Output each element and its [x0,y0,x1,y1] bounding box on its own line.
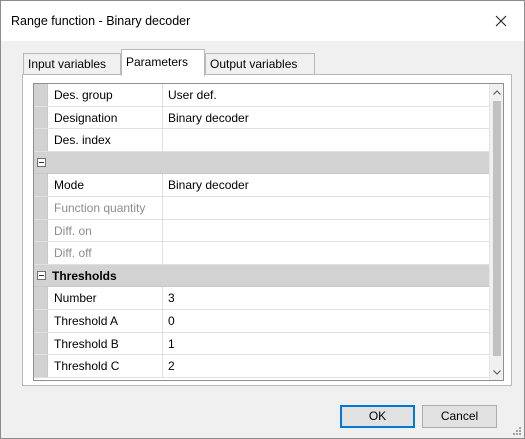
property-value-field [163,220,491,242]
ok-button[interactable]: OK [340,405,415,428]
row-gutter [34,196,48,219]
property-value-field[interactable]: 3 [163,287,491,309]
tab-output-variables[interactable]: Output variables [205,53,315,75]
property-row[interactable]: Threshold A0 [34,309,491,333]
property-value-field [163,197,491,219]
category-row: Thresholds [34,264,491,288]
property-row[interactable]: Des. group User def. [34,84,491,107]
row-gutter [34,84,48,106]
parameters-panel: Des. group User def. Designation Binary dec… [22,74,512,386]
property-row[interactable]: Mode Binary decoder [34,174,491,197]
property-row[interactable]: Number 3 [34,287,491,310]
property-name: Function quantity [48,196,163,219]
property-value-field[interactable]: 2 [163,355,491,377]
property-value-field[interactable]: 1 [163,333,491,355]
category-label: Thresholds [52,268,117,283]
row-gutter [34,355,48,377]
property-row[interactable]: Threshold C2 [34,355,491,378]
title-bar: Range function - Binary decoder [1,1,524,41]
property-value-field[interactable]: Binary decoder [163,174,491,196]
property-name: Threshold B [48,332,163,355]
property-name: Des. group [48,84,163,106]
scroll-thumb[interactable] [493,101,501,356]
row-gutter [34,106,48,129]
property-value-field[interactable]: User def. [163,84,491,106]
row-gutter [34,242,48,264]
property-value-field[interactable] [163,129,491,151]
row-gutter [34,287,48,309]
chevron-up-icon [493,89,501,95]
minus-icon [36,271,46,281]
row-gutter [34,129,48,151]
resize-grip-icon[interactable] [511,425,522,436]
property-value-field [163,242,491,264]
scroll-up-button[interactable] [490,84,503,100]
tab-input-variables[interactable]: Input variables [23,53,121,75]
property-name: Mode [48,174,163,196]
property-row[interactable]: Des. index [34,129,491,152]
property-row[interactable]: Threshold B1 [34,332,491,356]
property-name: Diff. on [48,219,163,242]
property-name: Threshold A [48,309,163,332]
row-gutter [34,332,48,355]
property-name: Threshold C [48,355,163,377]
property-value-field[interactable]: 0 [163,310,491,332]
row-gutter [34,174,48,196]
collapse-toggle[interactable] [34,264,48,287]
property-name: Des. index [48,129,163,151]
property-row[interactable]: Function quantity [34,196,491,220]
chevron-down-icon [493,369,501,375]
window-title: Range function - Binary decoder [11,14,191,28]
category-label [48,152,52,174]
property-value-field[interactable]: Binary decoder [163,107,491,129]
collapse-toggle[interactable] [34,151,48,174]
property-name: Designation [48,106,163,129]
minus-icon [36,158,46,168]
row-gutter [34,219,48,242]
vertical-scrollbar[interactable] [489,84,503,380]
tab-parameters[interactable]: Parameters [121,49,205,76]
property-name: Number [48,287,163,309]
property-grid: Des. group User def. Designation Binary dec… [33,83,504,381]
property-grid-rows: Des. group User def. Designation Binary dec… [34,84,491,378]
property-row[interactable]: Diff. off [34,242,491,265]
property-row[interactable]: Designation Binary decoder [34,106,491,130]
dialog-window: Range function - Binary decoder Input va… [0,0,525,439]
cancel-button[interactable]: Cancel [422,405,497,428]
scroll-down-button[interactable] [490,364,503,380]
property-name: Diff. off [48,242,163,264]
property-row[interactable]: Diff. on [34,219,491,243]
row-gutter [34,309,48,332]
close-button[interactable] [478,1,524,41]
close-icon [495,15,507,27]
category-row [34,151,491,175]
